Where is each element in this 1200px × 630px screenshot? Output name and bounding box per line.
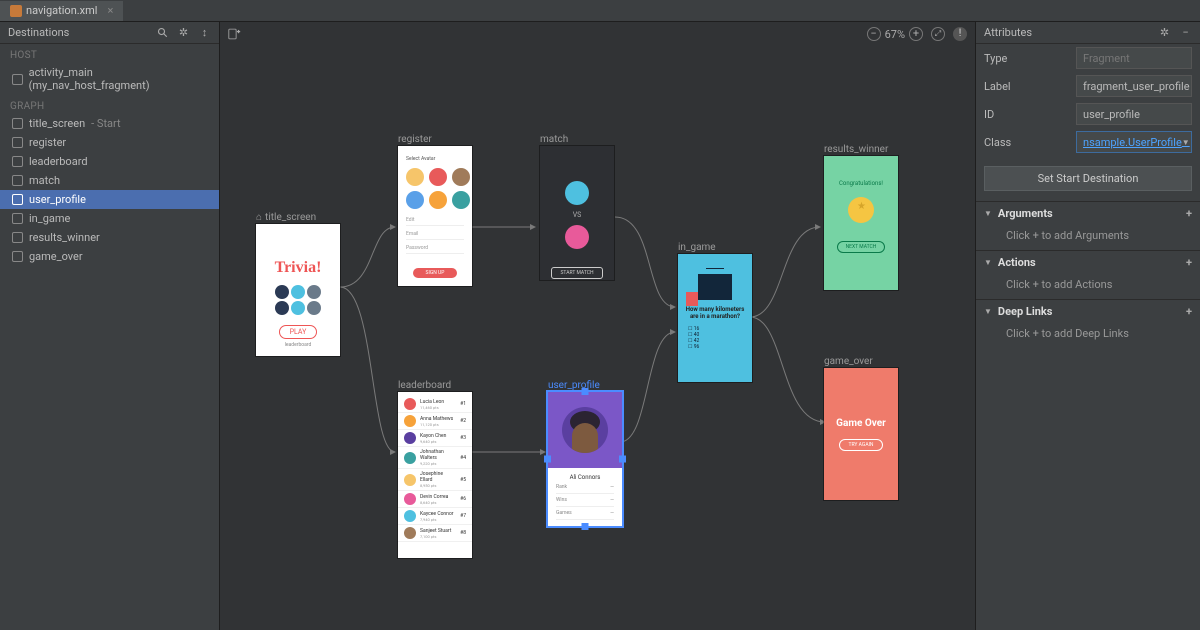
leaderboard-row: Lucia Leon11,460 pts#1: [398, 396, 472, 413]
add-destination-icon[interactable]: [228, 28, 241, 41]
fragment-icon: [12, 118, 23, 129]
leaderboard-row: Devin Correa8,640 pts#6: [398, 491, 472, 508]
attributes-title: Attributes: [984, 26, 1032, 39]
screen-title-screen[interactable]: Trivia! PLAY leaderboard: [256, 224, 340, 356]
fragment-icon: [12, 194, 23, 205]
chevron-down-icon: ▼: [984, 258, 992, 267]
add-icon[interactable]: +: [1186, 305, 1192, 318]
screen-register[interactable]: Select Avatar Edit Email Password SIGN U…: [398, 146, 472, 286]
navigation-canvas[interactable]: − 67% + ⤢ ! title_screen Trivia!: [220, 22, 975, 630]
label-field[interactable]: fragment_user_profile: [1076, 75, 1192, 97]
host-item[interactable]: activity_main (my_nav_host_fragment): [0, 63, 219, 95]
type-field[interactable]: Fragment: [1076, 47, 1192, 69]
fragment-icon: [12, 156, 23, 167]
close-icon[interactable]: ×: [107, 4, 113, 17]
tree-icon[interactable]: ↕: [198, 26, 211, 39]
label-game-over: game_over: [824, 356, 873, 367]
screen-results-winner[interactable]: Congratulations! ★ NEXT MATCH: [824, 156, 898, 290]
screen-in-game[interactable]: How many kilometers are in a marathon? ☐…: [678, 254, 752, 382]
dest-item-match[interactable]: match: [0, 171, 219, 190]
minimize-icon[interactable]: −: [1179, 26, 1192, 39]
fit-icon[interactable]: ⤢: [931, 27, 945, 41]
signup-button: SIGN UP: [413, 268, 457, 278]
screen-leaderboard[interactable]: Lucia Leon11,460 pts#1Anna Mathews11,120…: [398, 392, 472, 558]
dest-item-leaderboard[interactable]: leaderboard: [0, 152, 219, 171]
label-register: register: [398, 134, 432, 145]
zoom-level: 67%: [885, 28, 905, 41]
xml-file-icon: [10, 5, 22, 17]
tab-navigation-xml[interactable]: navigation.xml ×: [0, 1, 123, 21]
zoom-out-icon[interactable]: −: [867, 27, 881, 41]
label-match: match: [540, 134, 568, 145]
tab-label: navigation.xml: [26, 4, 97, 17]
fragment-icon: [12, 251, 23, 262]
fragment-icon: [12, 213, 23, 224]
play-button: PLAY: [279, 325, 318, 339]
profile-name: Ali Connors: [556, 474, 614, 481]
label-user-profile: user_profile: [548, 380, 600, 391]
editor-tab-bar: navigation.xml ×: [0, 0, 1200, 22]
attributes-panel: Attributes ✲ − Type Fragment Label fragm…: [975, 22, 1200, 630]
graph-section-label: GRAPH: [0, 95, 219, 114]
label-in-game: in_game: [678, 242, 716, 253]
set-start-destination-button[interactable]: Set Start Destination: [984, 166, 1192, 191]
fragment-icon: [12, 232, 23, 243]
gear-icon[interactable]: ✲: [177, 26, 190, 39]
section-actions[interactable]: ▼Actions+: [976, 251, 1200, 274]
layout-icon: [12, 74, 23, 85]
gear-icon[interactable]: ✲: [1158, 26, 1171, 39]
leaderboard-row: Anna Mathews11,120 pts#2: [398, 413, 472, 430]
dest-item-register[interactable]: register: [0, 133, 219, 152]
fragment-icon: [12, 137, 23, 148]
destinations-panel: Destinations ✲ ↕ HOST activity_main (my_…: [0, 22, 220, 630]
leaderboard-row: Sanjeet Stuart7,100 pts#8: [398, 525, 472, 542]
register-heading: Select Avatar: [406, 156, 464, 162]
section-deep-links[interactable]: ▼Deep Links+: [976, 300, 1200, 323]
error-icon[interactable]: !: [953, 27, 967, 41]
dest-item-title_screen[interactable]: title_screen - Start: [0, 114, 219, 133]
chevron-down-icon: ▼: [984, 307, 992, 316]
label-leaderboard: leaderboard: [398, 380, 451, 391]
label-results-winner: results_winner: [824, 144, 888, 155]
id-field[interactable]: user_profile: [1076, 103, 1192, 125]
class-field[interactable]: nsample.UserProfile▼: [1076, 131, 1192, 153]
try-again-button: TRY AGAIN: [839, 439, 882, 451]
host-item-label: activity_main (my_nav_host_fragment): [29, 66, 209, 92]
zoom-in-icon[interactable]: +: [909, 27, 923, 41]
dest-item-results_winner[interactable]: results_winner: [0, 228, 219, 247]
dest-item-user_profile[interactable]: user_profile: [0, 190, 219, 209]
dest-item-in_game[interactable]: in_game: [0, 209, 219, 228]
leaderboard-row: Josephine Ellard8,950 pts#5: [398, 469, 472, 491]
add-icon[interactable]: +: [1186, 256, 1192, 269]
question-text: How many kilometers are in a marathon?: [686, 306, 745, 320]
leaderboard-link: leaderboard: [285, 342, 312, 348]
screen-match[interactable]: VS START MATCH: [540, 146, 614, 280]
leaderboard-row: Kaycee Connor7,940 pts#7: [398, 508, 472, 525]
leaderboard-row: Kayon Chen9,640 pts#3: [398, 430, 472, 447]
search-icon[interactable]: [156, 26, 169, 39]
label-title-screen: title_screen: [256, 212, 316, 223]
chevron-down-icon[interactable]: ▼: [1182, 138, 1190, 147]
screen-game-over[interactable]: Game Over TRY AGAIN: [824, 368, 898, 500]
screen-user-profile[interactable]: Ali Connors Rank—Wins—Games—: [548, 392, 622, 526]
trivia-title: Trivia!: [275, 259, 322, 277]
next-match-button: NEXT MATCH: [837, 241, 886, 253]
panel-title: Destinations: [8, 26, 69, 39]
section-arguments[interactable]: ▼Arguments+: [976, 202, 1200, 225]
start-match-button: START MATCH: [551, 267, 602, 279]
fragment-icon: [12, 175, 23, 186]
add-icon[interactable]: +: [1186, 207, 1192, 220]
leaderboard-row: Johnathan Walters9,220 pts#4: [398, 447, 472, 469]
chevron-down-icon: ▼: [984, 209, 992, 218]
host-section-label: HOST: [0, 44, 219, 63]
dest-item-game_over[interactable]: game_over: [0, 247, 219, 266]
